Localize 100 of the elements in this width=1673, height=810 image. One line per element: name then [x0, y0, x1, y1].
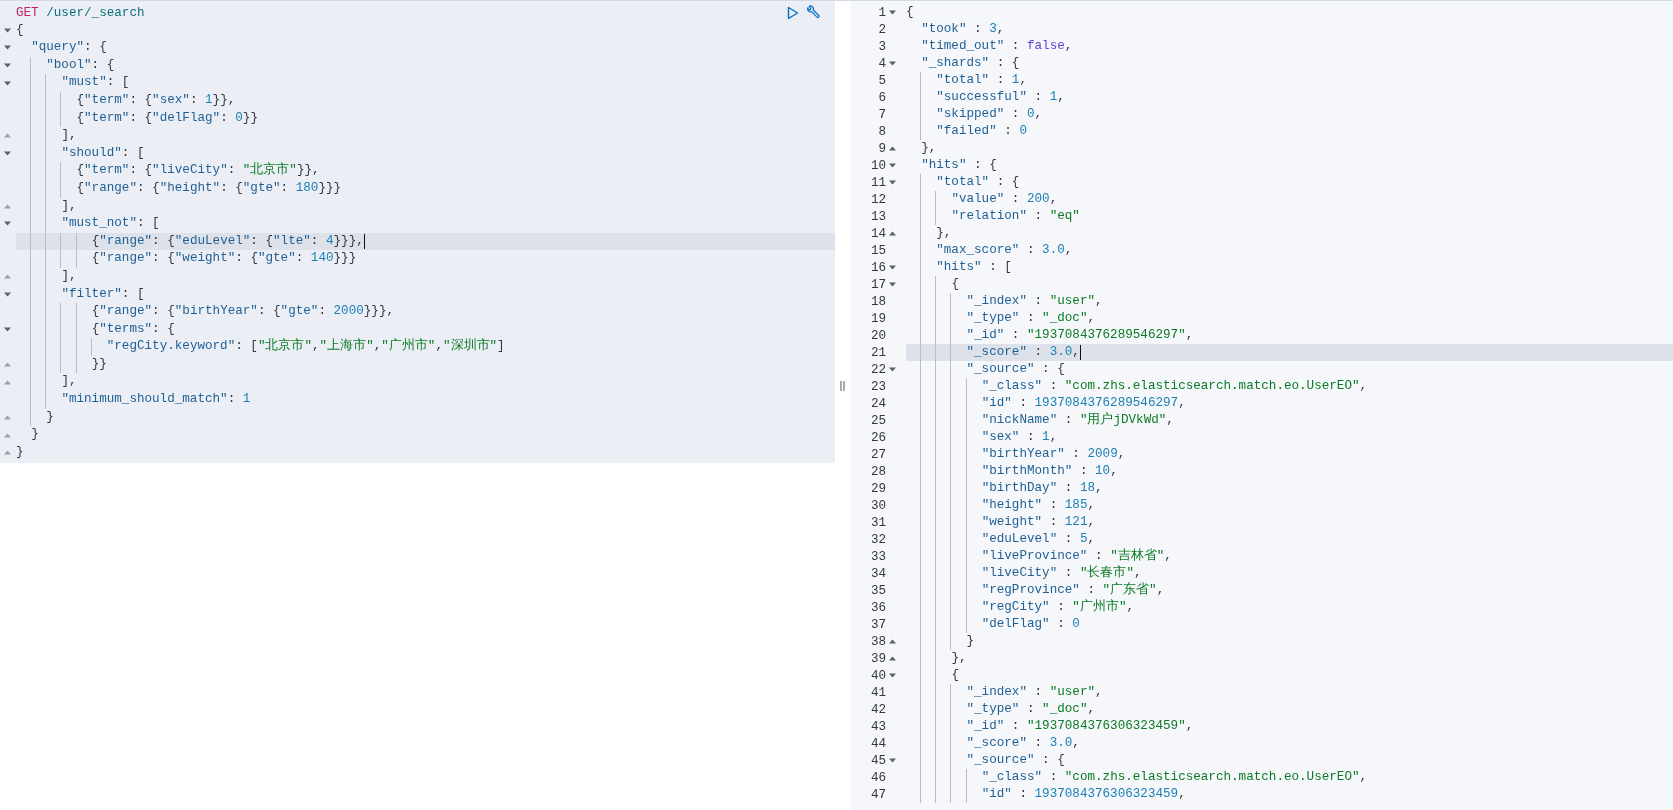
- caret-down-icon[interactable]: [889, 61, 896, 66]
- code-line: "_source" : {: [906, 752, 1673, 769]
- code-line: {"range": {"height": {"gte": 180}}}: [16, 179, 835, 198]
- play-icon[interactable]: [787, 6, 799, 20]
- code-line: "height" : 185,: [906, 497, 1673, 514]
- code-line: ],: [16, 373, 835, 392]
- line-number: 3: [877, 39, 886, 54]
- line-number: 10: [869, 158, 886, 173]
- code-line: "filter": [: [16, 285, 835, 304]
- code-line: "regCity" : "广州市",: [906, 599, 1673, 616]
- resize-handle-icon[interactable]: [840, 380, 845, 391]
- code-line: "minimum_should_match": 1: [16, 391, 835, 409]
- caret-up-icon[interactable]: [889, 146, 896, 151]
- code-line: "failed" : 0: [906, 123, 1673, 140]
- line-number: 22: [869, 362, 886, 377]
- line-number: 12: [869, 192, 886, 207]
- code-line: "weight" : 121,: [906, 514, 1673, 531]
- caret-down-icon[interactable]: [889, 10, 896, 15]
- code-line: "max_score" : 3.0,: [906, 242, 1673, 259]
- line-number: 27: [869, 447, 886, 462]
- caret-down-icon[interactable]: [4, 327, 11, 332]
- line-number: 46: [869, 770, 886, 785]
- code-line: "took" : 3,: [920, 21, 1006, 38]
- code-line: "regProvince" : "广东省",: [906, 582, 1673, 599]
- caret-down-icon[interactable]: [4, 291, 11, 297]
- caret-down-icon[interactable]: [4, 63, 11, 69]
- code-line: {: [906, 4, 915, 21]
- caret-down-icon[interactable]: [4, 80, 11, 86]
- code-line: "birthMonth" : 10,: [906, 463, 1673, 480]
- caret-up-icon[interactable]: [889, 656, 896, 661]
- caret-down-icon[interactable]: [4, 27, 11, 33]
- code-line: "_score" : 3.0,: [906, 735, 1673, 752]
- line-number: 47: [869, 787, 886, 802]
- line-number: 40: [869, 668, 886, 683]
- line-number: 34: [869, 566, 886, 581]
- code-line: "_index" : "user",: [906, 684, 1673, 701]
- line-number: 43: [869, 719, 886, 734]
- code-line: {"range": {"birthYear": {"gte": 2000}}},: [16, 303, 835, 321]
- line-number: 11: [869, 175, 886, 190]
- line-number: 29: [869, 481, 886, 496]
- code-line: "skipped" : 0,: [906, 106, 1673, 123]
- code-line: }: [16, 408, 835, 427]
- line-number: 45: [869, 753, 886, 768]
- caret-down-icon[interactable]: [4, 151, 11, 157]
- code-line: },: [906, 225, 1673, 242]
- code-line: "_id" : "1937084376306323459",: [906, 718, 1673, 735]
- code-line: "birthDay" : 18,: [906, 480, 1673, 497]
- caret-down-icon[interactable]: [889, 180, 896, 185]
- code-line: "regCity.keyword": ["北京市","上海市","广州市","深圳市"]: [16, 338, 835, 356]
- line-number: 17: [869, 277, 886, 292]
- code-line: "must_not": [: [16, 215, 835, 233]
- code-line: "sex" : 1,: [906, 429, 1673, 446]
- line-number: 38: [869, 634, 886, 649]
- code-line: {"range": {"weight": {"gte": 140}}}: [16, 250, 835, 268]
- line-number: 32: [869, 532, 886, 547]
- line-number: 36: [869, 600, 886, 615]
- caret-down-icon[interactable]: [889, 163, 896, 168]
- code-line: "liveCity" : "长春市",: [906, 565, 1673, 582]
- code-line: "timed_out" : false,: [920, 38, 1074, 55]
- caret-down-icon[interactable]: [4, 45, 11, 51]
- code-line: "relation" : "eq": [906, 208, 1673, 225]
- code-line: "nickName" : "用户jDVkWd",: [906, 412, 1673, 429]
- line-number: 14: [869, 226, 886, 241]
- line-number: 9: [877, 141, 886, 156]
- code-line: {"term": {"delFlag": 0}}: [16, 109, 835, 128]
- code-line: "total" : {: [906, 174, 1673, 191]
- caret-up-icon[interactable]: [889, 639, 896, 644]
- code-line: {"terms": {: [16, 320, 835, 339]
- line-number: 7: [877, 107, 886, 122]
- wrench-icon[interactable]: [805, 5, 821, 21]
- code-line: {"term": {"sex": 1}},: [16, 91, 835, 110]
- caret-down-icon[interactable]: [889, 673, 896, 678]
- code-line: }: [906, 633, 1673, 650]
- caret-up-icon[interactable]: [889, 231, 896, 236]
- code-line: "_shards" : {: [920, 55, 1021, 72]
- line-number: 21: [869, 345, 886, 360]
- line-number: 13: [869, 209, 886, 224]
- code-line: "_type" : "_doc",: [906, 701, 1673, 718]
- line-number: 35: [869, 583, 886, 598]
- code-line: }}: [16, 355, 835, 374]
- code-line: "liveProvince" : "吉林省",: [906, 548, 1673, 565]
- code-line: {: [16, 21, 25, 39]
- caret-down-icon[interactable]: [889, 282, 896, 287]
- caret-down-icon[interactable]: [889, 758, 896, 763]
- line-number: 8: [877, 124, 886, 139]
- code-line: "_class" : "com.zhs.elasticsearch.match.eo.UserEO",: [906, 769, 1673, 786]
- caret-down-icon[interactable]: [889, 367, 896, 372]
- code-line: "query": {: [30, 39, 108, 57]
- code-line: "_class" : "com.zhs.elasticsearch.match.eo.UserEO",: [906, 378, 1673, 395]
- line-number: 23: [869, 379, 886, 394]
- code-line: "delFlag" : 0: [906, 616, 1673, 633]
- code-line: "_index" : "user",: [906, 293, 1673, 310]
- line-number: 37: [869, 617, 886, 632]
- code-line: "must": [: [16, 74, 835, 92]
- code-line: {: [906, 667, 1673, 684]
- line-number: 28: [869, 464, 886, 479]
- code-line: "id" : 1937084376289546297,: [906, 395, 1673, 412]
- code-line: "total" : 1,: [906, 72, 1673, 89]
- caret-down-icon[interactable]: [4, 221, 11, 227]
- caret-down-icon[interactable]: [889, 265, 896, 270]
